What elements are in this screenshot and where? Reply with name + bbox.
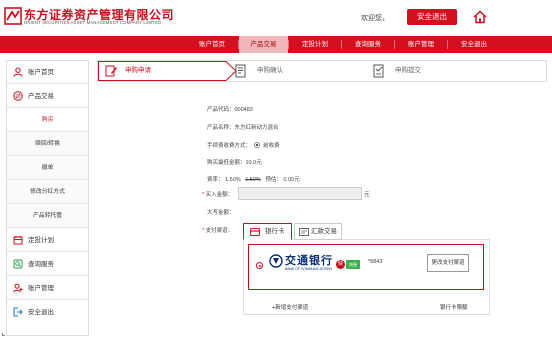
- step-apply: 申购申请: [102, 61, 232, 81]
- logout-button[interactable]: 安全退出: [407, 9, 457, 25]
- sidebar-item-label: 查询服务: [28, 261, 54, 268]
- tab-bank-card[interactable]: 银行卡: [243, 223, 292, 240]
- step-confirm: 申购确认: [235, 61, 355, 81]
- nav-item-auto-invest[interactable]: 定投计划: [289, 36, 341, 53]
- nav-item-account[interactable]: 账户管理: [395, 36, 447, 53]
- product-code: 产品代码：000483: [207, 107, 253, 113]
- sidebar-item-label: 账户管理: [28, 285, 54, 292]
- main-nav: 账户首页 产品交易 定投计划 查询服务 账户管理 安全退出: [0, 36, 552, 53]
- bank-name: 交通银行: [285, 254, 333, 267]
- tab-label: 汇款交易: [311, 228, 337, 235]
- user-icon: [13, 67, 23, 77]
- nav-item-home[interactable]: 账户首页: [186, 36, 238, 53]
- sidebar-item-home[interactable]: 账户首页: [7, 61, 88, 84]
- fee-method-option: 前收费: [263, 143, 280, 149]
- sidebar-item-product-trade[interactable]: 产品交易: [7, 85, 88, 108]
- logo-en-text: ORIENT SECURITIES ASSET MANAGEMENT COMPA…: [24, 20, 162, 25]
- corner-mark: [2, 333, 5, 336]
- quick-pay-tag: 快捷: [346, 260, 360, 269]
- step-submit: 申购提交: [373, 61, 493, 81]
- quick-pay-badge: 快: [336, 260, 345, 269]
- sidebar-sub-transfer-custody[interactable]: 产品转托管: [7, 205, 88, 228]
- amount-label: 买入金额：: [205, 192, 234, 198]
- sidebar-item-logout[interactable]: 安全退出: [7, 301, 88, 324]
- step-label: 申购提交: [395, 67, 421, 74]
- sidebar-sub-cancel[interactable]: 撤单: [7, 157, 88, 180]
- sidebar-sub-purchase[interactable]: 购买: [7, 109, 88, 132]
- sidebar-item-label: 产品交易: [28, 93, 54, 100]
- rate-label: 费率：: [207, 177, 224, 183]
- step-label: 申购确认: [257, 67, 283, 74]
- nav-item-logout[interactable]: 安全退出: [448, 36, 500, 53]
- home-icon[interactable]: [472, 9, 488, 25]
- sidebar-sub-redeem[interactable]: 赎回/转换: [7, 133, 88, 156]
- rate-discount: 0.00元: [283, 177, 300, 183]
- card-icon: [250, 228, 260, 236]
- pay-channel-label: 支付渠道：: [205, 228, 234, 234]
- calendar-icon: [13, 236, 23, 245]
- card-number: *8843: [368, 259, 383, 265]
- sidebar-item-auto-invest[interactable]: 定投计划: [7, 229, 88, 252]
- checklist-icon: [373, 64, 384, 78]
- rate-row: 费率： 1.50% 1.50% 预估： 0.00元: [207, 175, 300, 183]
- fee-method-radio[interactable]: [253, 142, 260, 148]
- required-mark: *: [202, 228, 205, 234]
- amount-caps-label: 大写金额：: [207, 210, 235, 216]
- sidebar-item-label: 安全退出: [28, 309, 54, 316]
- amount-unit: 元: [364, 192, 370, 198]
- sidebar: 账户首页 产品交易 购买 赎回/转换 撤单 修改分红方式 产品转托管 定投计划: [6, 60, 89, 336]
- header: 东方证券资产管理有限公司 ORIENT SECURITIES ASSET MAN…: [0, 0, 552, 36]
- nav-item-query[interactable]: 查询服务: [342, 36, 394, 53]
- sidebar-item-label: 账户首页: [28, 69, 54, 76]
- tab-label: 银行卡: [265, 228, 285, 235]
- sidebar-item-query[interactable]: 查询服务: [7, 253, 88, 276]
- tab-transfer[interactable]: 汇款交易: [294, 223, 342, 240]
- required-mark: *: [202, 192, 205, 198]
- bank-logo-icon: [269, 254, 283, 268]
- progress-steps: 申购申请 申购确认 申购提交: [97, 60, 547, 82]
- page: 东方证券资产管理有限公司 ORIENT SECURITIES ASSET MAN…: [0, 0, 552, 340]
- fee-method-row: 手续费收费方式： 前收费: [207, 141, 280, 149]
- step-label: 申购申请: [125, 67, 151, 74]
- fee-method-label: 手续费收费方式：: [207, 143, 252, 149]
- document-icon: [235, 64, 246, 78]
- bank-card-option[interactable]: 交通银行 BANK OF COMMUNICATIONS 快 快捷 *8843 更…: [248, 244, 484, 290]
- bank-name-en: BANK OF COMMUNICATIONS: [285, 267, 333, 271]
- amount-input[interactable]: [238, 187, 362, 200]
- pay-channel-label-row: * 支付渠道：: [202, 226, 233, 234]
- card-limit-link[interactable]: 银行卡限额: [440, 303, 468, 311]
- min-purchase: 购买最低金额：10.0元: [207, 160, 262, 166]
- exchange-icon: [13, 91, 23, 101]
- add-channel-link[interactable]: +新增支付渠道: [272, 303, 308, 311]
- nav-item-product-trade[interactable]: 产品交易: [239, 36, 288, 53]
- change-channel-button[interactable]: 更改支付渠道: [427, 254, 469, 272]
- logo-mark-icon: [4, 7, 22, 25]
- brand-logo: 东方证券资产管理有限公司 ORIENT SECURITIES ASSET MAN…: [4, 6, 174, 30]
- product-name: 产品名称：东方红新动力混合: [207, 125, 279, 131]
- edit-icon: [105, 65, 117, 77]
- account-icon: [13, 283, 23, 293]
- rate-original: 1.50%: [245, 177, 261, 183]
- logout-icon: [13, 307, 23, 317]
- sidebar-sub-dividend[interactable]: 修改分红方式: [7, 181, 88, 204]
- sidebar-item-label: 定投计划: [28, 237, 54, 244]
- search-icon: [13, 259, 23, 269]
- amount-label-row: * 买入金额：: [202, 190, 233, 198]
- sidebar-item-account[interactable]: 账户管理: [7, 277, 88, 300]
- rate-discount-label: 预估：: [265, 177, 282, 183]
- welcome-text: 欢迎您，: [361, 15, 389, 22]
- bank-select-radio[interactable]: [256, 262, 263, 269]
- rate-value: 1.50%: [225, 177, 241, 183]
- transfer-icon: [299, 228, 309, 236]
